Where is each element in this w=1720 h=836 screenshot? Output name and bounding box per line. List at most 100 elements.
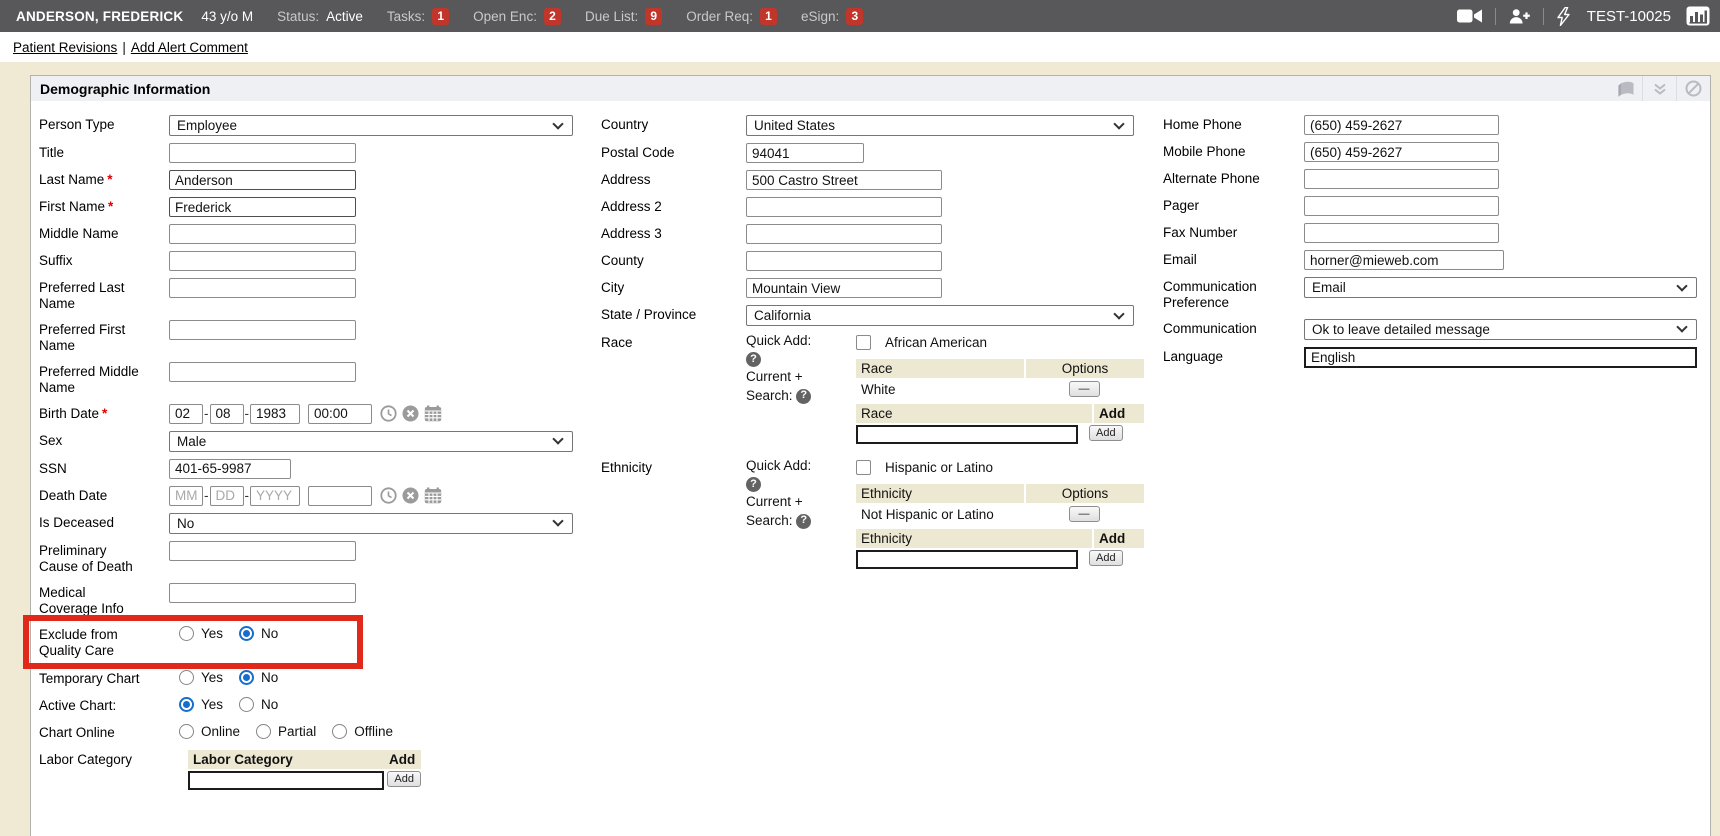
ethnicity-hispanic-label: Hispanic or Latino <box>885 460 993 475</box>
first-name-input[interactable] <box>169 197 356 217</box>
postal-code-input[interactable] <box>746 143 864 163</box>
chart-online-offline-radio[interactable] <box>332 724 347 739</box>
labor-category-search-input[interactable] <box>188 771 384 790</box>
clear-date-icon[interactable] <box>402 405 419 422</box>
address-input[interactable] <box>746 170 942 190</box>
order-req-badge[interactable]: 1 <box>760 8 777 25</box>
birth-day-input[interactable] <box>210 404 244 424</box>
city-input[interactable] <box>746 278 942 298</box>
disable-circle-slash-icon[interactable] <box>1676 76 1710 101</box>
comm-pref-select[interactable]: Email <box>1304 277 1697 298</box>
ssn-input[interactable] <box>169 459 291 479</box>
birth-year-input[interactable] <box>250 404 300 424</box>
journal-icon[interactable] <box>1608 76 1642 101</box>
suffix-input[interactable] <box>169 251 356 271</box>
birth-month-input[interactable] <box>169 404 203 424</box>
state-row: State / Province California <box>601 305 1157 326</box>
exclude-quality-no-radio[interactable] <box>239 626 254 641</box>
address3-input[interactable] <box>746 224 942 244</box>
open-enc-badge[interactable]: 2 <box>544 8 561 25</box>
ethnicity-value: Not Hispanic or Latino <box>861 507 1024 522</box>
preferred-first-input[interactable] <box>169 320 356 340</box>
panel-title: Demographic Information <box>40 81 210 97</box>
help-icon[interactable]: ? <box>746 477 761 492</box>
video-camera-icon[interactable] <box>1457 8 1482 24</box>
help-icon[interactable]: ? <box>796 389 811 404</box>
race-african-american-checkbox[interactable] <box>856 335 871 350</box>
ethnicity-add-button[interactable]: Add <box>1089 550 1123 566</box>
due-list-badge[interactable]: 9 <box>645 8 662 25</box>
preferred-last-input[interactable] <box>169 278 356 298</box>
alternate-phone-input[interactable] <box>1304 169 1499 189</box>
exclude-quality-yes-radio[interactable] <box>179 626 194 641</box>
death-month-input[interactable] <box>169 486 203 506</box>
clock-icon[interactable] <box>380 405 397 422</box>
race-remove-button[interactable]: — <box>1069 381 1100 397</box>
ethnicity-hispanic-checkbox[interactable] <box>856 460 871 475</box>
order-req-counter[interactable]: Order Req: 1 <box>686 8 777 25</box>
lightning-bolt-icon[interactable] <box>1557 7 1570 26</box>
state-select[interactable]: California <box>746 305 1134 326</box>
ethnicity-search-input[interactable] <box>856 550 1078 569</box>
tasks-badge[interactable]: 1 <box>432 8 449 25</box>
bar-chart-icon[interactable] <box>1686 6 1710 26</box>
death-year-input[interactable] <box>250 486 300 506</box>
chart-online-partial-radio[interactable] <box>256 724 271 739</box>
death-day-input[interactable] <box>210 486 244 506</box>
help-icon[interactable]: ? <box>796 514 811 529</box>
clear-date-icon[interactable] <box>402 487 419 504</box>
communication-row: Communication Ok to leave detailed messa… <box>1163 319 1720 340</box>
prelim-cause-input[interactable] <box>169 541 356 561</box>
tasks-counter[interactable]: Tasks: 1 <box>387 8 449 25</box>
race-search-input[interactable] <box>856 425 1078 444</box>
esign-counter[interactable]: eSign: 3 <box>801 8 863 25</box>
help-icon[interactable]: ? <box>746 352 761 367</box>
medical-coverage-input[interactable] <box>169 583 356 603</box>
open-enc-counter[interactable]: Open Enc: 2 <box>473 8 561 25</box>
temporary-chart-yes-radio[interactable] <box>179 670 194 685</box>
collapse-double-chevron-icon[interactable] <box>1642 76 1676 101</box>
communication-select[interactable]: Ok to leave detailed message <box>1304 319 1697 340</box>
active-chart-no-radio[interactable] <box>239 697 254 712</box>
patient-revisions-link[interactable]: Patient Revisions <box>13 40 117 55</box>
calendar-icon[interactable] <box>424 405 442 422</box>
esign-badge[interactable]: 3 <box>846 8 863 25</box>
is-deceased-select[interactable]: No <box>169 513 573 534</box>
person-type-select[interactable]: Employee <box>169 115 573 136</box>
mobile-phone-input[interactable] <box>1304 142 1499 162</box>
clock-icon[interactable] <box>380 487 397 504</box>
title-input[interactable] <box>169 143 356 163</box>
ethnicity-remove-button[interactable]: — <box>1069 506 1100 522</box>
due-list-counter[interactable]: Due List: 9 <box>585 8 662 25</box>
postal-code-label: Postal Code <box>601 143 726 161</box>
temporary-chart-no-radio[interactable] <box>239 670 254 685</box>
ssn-row: SSN <box>39 459 595 479</box>
labor-category-col-header: Labor Category <box>188 752 387 767</box>
divider <box>1495 8 1496 25</box>
fax-number-input[interactable] <box>1304 223 1499 243</box>
pager-input[interactable] <box>1304 196 1499 216</box>
add-person-icon[interactable] <box>1509 8 1530 25</box>
death-time-input[interactable] <box>308 486 372 506</box>
country-select[interactable]: United States <box>746 115 1134 136</box>
preferred-middle-input[interactable] <box>169 362 356 382</box>
birth-time-input[interactable] <box>308 404 372 424</box>
add-alert-comment-link[interactable]: Add Alert Comment <box>131 40 248 55</box>
labor-category-add-button[interactable]: Add <box>387 771 421 787</box>
middle-name-input[interactable] <box>169 224 356 244</box>
address2-input[interactable] <box>746 197 942 217</box>
chart-online-online-radio[interactable] <box>179 724 194 739</box>
home-phone-input[interactable] <box>1304 115 1499 135</box>
active-chart-yes-radio[interactable] <box>179 697 194 712</box>
calendar-icon[interactable] <box>424 487 442 504</box>
last-name-input[interactable] <box>169 170 356 190</box>
chart-id[interactable]: TEST-10025 <box>1587 8 1671 25</box>
county-input[interactable] <box>746 251 942 271</box>
birth-date-label: Birth Date* <box>39 404 143 422</box>
email-input[interactable] <box>1304 250 1504 270</box>
esign-label: eSign: <box>801 9 839 24</box>
current-search-label-1: Current + <box>746 494 856 510</box>
race-add-button[interactable]: Add <box>1089 425 1123 441</box>
sex-select[interactable]: Male <box>169 431 573 452</box>
language-input[interactable] <box>1304 347 1697 368</box>
